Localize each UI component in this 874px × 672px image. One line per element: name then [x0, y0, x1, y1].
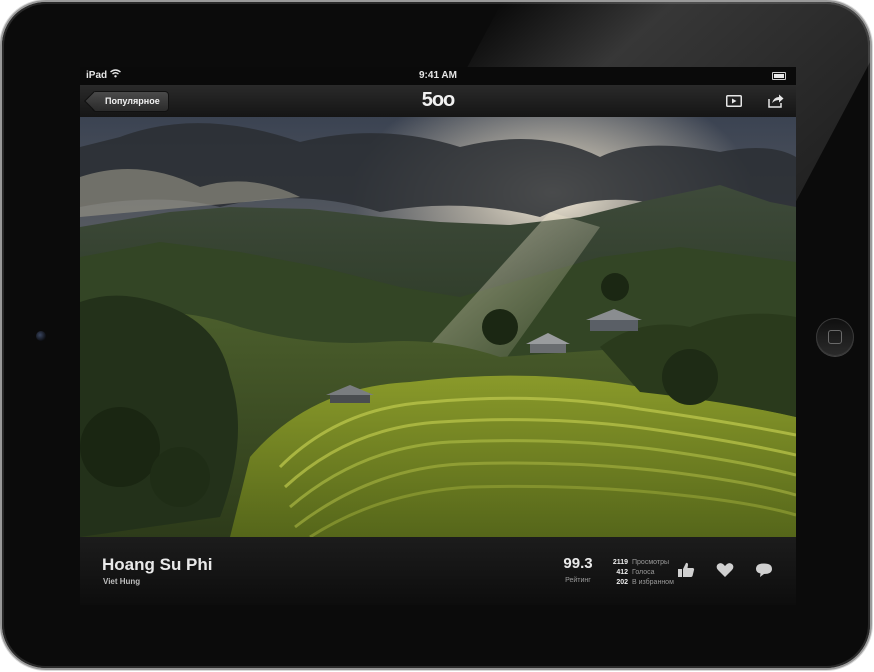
- status-time: 9:41 AM: [419, 70, 457, 81]
- screen: iPad 9:41 AM Популярное 5oo Hoang Su Phi…: [80, 67, 796, 605]
- stat-favorites: 202 В избранном: [606, 578, 674, 588]
- heart-icon[interactable]: [716, 562, 734, 578]
- like-icon[interactable]: [677, 562, 695, 578]
- rice-terraces-image: [80, 117, 796, 537]
- photographer-name[interactable]: Viet Hung: [103, 577, 140, 586]
- rating-value: 99.3: [563, 555, 593, 572]
- stat-views: 2119 Просмотры: [606, 558, 674, 568]
- comment-icon[interactable]: [755, 562, 773, 578]
- photo-stats: 2119 Просмотры 412 Голоса 202 В избранно…: [606, 558, 674, 588]
- ipad-device: iPad 9:41 AM Популярное 5oo Hoang Su Phi…: [2, 2, 870, 668]
- photo-title: Hoang Su Phi: [102, 555, 213, 574]
- navigation-bar: Популярное 5oo: [80, 85, 796, 118]
- home-button[interactable]: [816, 318, 854, 356]
- play-icon[interactable]: [726, 94, 742, 108]
- share-icon[interactable]: [768, 94, 784, 108]
- votes-count: 412: [616, 569, 628, 576]
- status-bar: iPad 9:41 AM: [80, 67, 796, 85]
- rating-label: Рейтинг: [565, 577, 591, 584]
- battery-icon: [772, 72, 786, 80]
- front-camera: [36, 331, 46, 341]
- landscape-photo[interactable]: [80, 117, 796, 537]
- views-label: Просмотры: [632, 559, 669, 566]
- 500px-logo: 5oo: [421, 89, 456, 111]
- photo-info-bar: Hoang Su Phi Viet Hung 99.3 Рейтинг 2119…: [80, 537, 796, 605]
- favorites-label: В избранном: [632, 579, 674, 586]
- votes-label: Голоса: [632, 569, 655, 576]
- stat-votes: 412 Голоса: [606, 568, 674, 578]
- views-count: 2119: [612, 559, 628, 566]
- favorites-count: 202: [616, 579, 628, 586]
